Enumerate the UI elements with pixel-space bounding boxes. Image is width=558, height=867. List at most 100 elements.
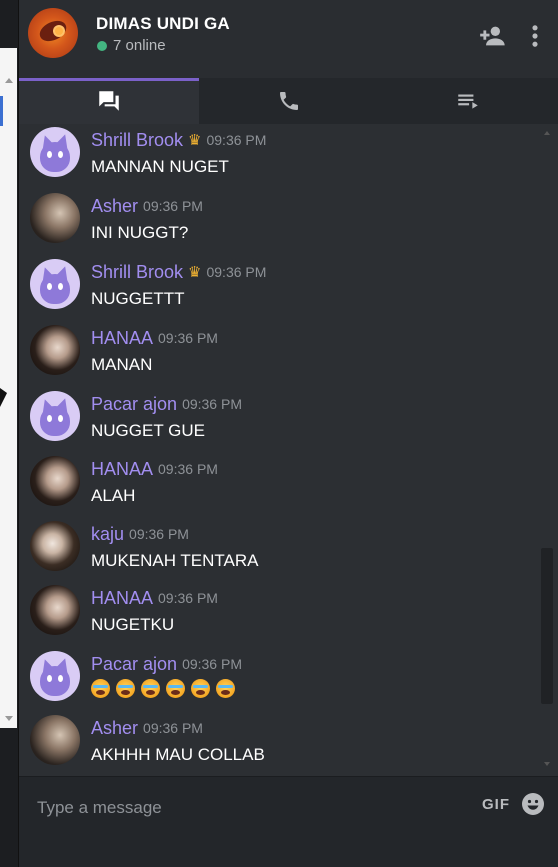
message-text: MUKENAH TENTARA [91,551,259,570]
background-scroll-up-icon [5,78,13,83]
playlist-icon [458,94,478,109]
message-text: MANAN [91,355,153,374]
tab-chat[interactable] [19,78,199,124]
message-text: ALAH [91,486,136,505]
author-name[interactable]: Pacar ajon [91,394,177,415]
crown-icon: ♛ [188,263,202,281]
phone-icon [279,92,298,110]
avatar[interactable] [30,585,80,635]
message-item: HANAA 09:36 PM ALAH [30,456,540,516]
comet-core [53,25,65,37]
tab-call[interactable] [199,78,379,124]
message-scrollbar-thumb[interactable] [541,548,553,704]
message-text: MANNAN NUGET [91,157,229,176]
loudly-crying-face-icon [191,679,210,698]
author-name[interactable]: Asher [91,196,138,217]
message-meta: Pacar ajon 09:36 PM [91,393,242,415]
online-status: 7 online [97,37,166,54]
message-item: HANAA 09:36 PM MANAN [30,325,540,385]
more-vertical-icon [532,25,538,47]
message-meta: Shrill Brook ♛ 09:36 PM [91,129,266,151]
more-options-button[interactable] [521,22,549,50]
online-dot-icon [97,40,107,51]
message-item: Shrill Brook ♛ 09:36 PM MANNAN NUGET [30,127,540,187]
background-scroll-down-icon [5,716,13,721]
message-input[interactable] [29,791,469,825]
author-name[interactable]: Shrill Brook [91,262,183,283]
message-time: 09:36 PM [206,264,267,280]
author-name[interactable]: HANAA [91,328,153,349]
group-name[interactable]: DIMAS UNDI GA [96,14,230,34]
message-meta: Pacar ajon 09:36 PM [91,653,242,675]
scroll-up-icon[interactable] [544,131,550,135]
avatar[interactable] [30,391,80,441]
background-accent [0,96,3,126]
chat-app: DIMAS UNDI GA 7 online Shrill Brook ♛ 09… [19,0,558,867]
avatar[interactable] [30,715,80,765]
emoji-button[interactable] [521,792,545,816]
loudly-crying-face-icon [91,679,110,698]
crown-icon: ♛ [188,131,202,149]
loudly-crying-face-icon [166,679,185,698]
message-meta: HANAA 09:36 PM [91,587,218,609]
avatar[interactable] [30,325,80,375]
author-name[interactable]: kaju [91,524,124,545]
message-meta: Shrill Brook ♛ 09:36 PM [91,261,266,283]
tab-members[interactable] [378,78,558,124]
avatar[interactable] [30,521,80,571]
message-time: 09:36 PM [158,461,218,477]
message-text: INI NUGGT? [91,223,189,242]
avatar[interactable] [30,259,80,309]
message-item: Shrill Brook ♛ 09:36 PM NUGGETTT [30,259,540,319]
loudly-crying-face-icon [141,679,160,698]
message-item: Asher 09:36 PM INI NUGGT? [30,193,540,253]
author-name[interactable]: Shrill Brook [91,130,183,151]
avatar[interactable] [30,193,80,243]
message-item: Asher 09:36 PM AKHHH MAU COLLAB [30,715,540,775]
message-meta: Asher 09:36 PM [91,717,203,739]
smile-icon [522,793,544,815]
chat-icon [99,91,119,111]
message-text: NUGGET GUE [91,421,205,440]
author-name[interactable]: Asher [91,718,138,739]
online-count: 7 online [113,37,166,54]
add-user-button[interactable] [479,22,507,50]
loudly-crying-face-icon [216,679,235,698]
message-time: 09:36 PM [182,656,242,672]
message-time: 09:36 PM [143,720,203,736]
author-name[interactable]: HANAA [91,459,153,480]
avatar[interactable] [30,127,80,177]
message-item: Pacar ajon 09:36 PM NUGGET GUE [30,391,540,451]
message-list[interactable]: Shrill Brook ♛ 09:36 PM MANNAN NUGET Ash… [19,124,558,776]
author-name[interactable]: Pacar ajon [91,654,177,675]
message-item: Pacar ajon 09:36 PM [30,651,540,711]
message-time: 09:36 PM [129,526,189,542]
message-time: 09:36 PM [143,198,203,214]
message-meta: HANAA 09:36 PM [91,458,218,480]
message-time: 09:36 PM [182,396,242,412]
scroll-down-icon[interactable] [544,762,550,766]
message-text: NUGETKU [91,615,175,634]
tab-bar [19,78,558,124]
group-avatar[interactable] [28,8,78,58]
author-name[interactable]: HANAA [91,588,153,609]
message-time: 09:36 PM [206,132,267,148]
avatar[interactable] [30,651,80,701]
message-item: HANAA 09:36 PM NUGETKU [30,585,540,645]
message-text: AKHHH MAU COLLAB [91,745,265,764]
message-meta: kaju 09:36 PM [91,523,189,545]
gif-button[interactable]: GIF [482,796,510,813]
message-time: 09:36 PM [158,330,218,346]
emoji-row [91,679,235,698]
message-meta: HANAA 09:36 PM [91,327,218,349]
chat-header: DIMAS UNDI GA 7 online [19,0,558,78]
message-text: NUGGETTT [91,289,185,308]
mouse-cursor-icon [0,388,7,407]
loudly-crying-face-icon [116,679,135,698]
avatar[interactable] [30,456,80,506]
add-user-icon [480,26,505,46]
background-window-edge [0,0,19,867]
message-meta: Asher 09:36 PM [91,195,203,217]
message-composer: GIF [19,776,558,867]
message-item: kaju 09:36 PM MUKENAH TENTARA [30,521,540,581]
